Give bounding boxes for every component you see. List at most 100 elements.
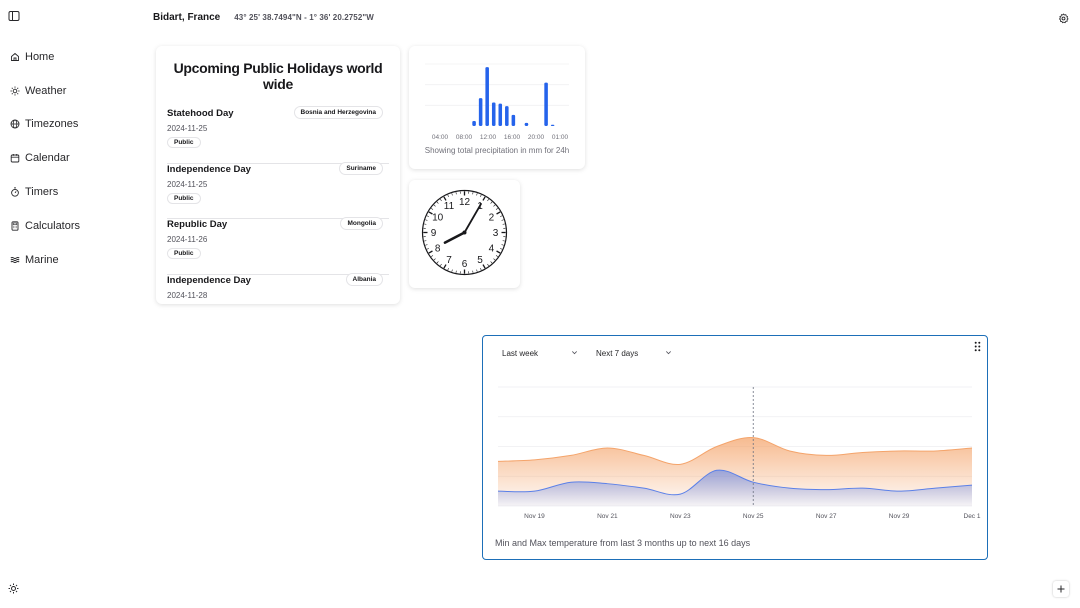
x-tick-label: Nov 23	[670, 513, 691, 520]
holiday-name: Statehood Day	[167, 108, 234, 119]
clock-number: 12	[459, 197, 471, 208]
sidebar-toggle-icon[interactable]	[8, 10, 20, 22]
clock-number: 2	[489, 213, 495, 224]
holiday-name: Independence Day	[167, 275, 251, 287]
temperature-caption: Min and Max temperature from last 3 mont…	[495, 538, 751, 548]
globe-icon	[10, 120, 20, 129]
sidebar-item-weather[interactable]: Weather	[10, 74, 130, 108]
timer-icon	[11, 187, 19, 197]
holiday-date: 2024-11-25	[167, 124, 208, 133]
chevron-down-icon	[572, 351, 577, 355]
clock-number: 3	[493, 228, 499, 239]
x-tick-label: 20:00	[528, 134, 545, 141]
forecast-select-value: Next 7 days	[596, 348, 639, 358]
precip-bar	[485, 67, 489, 126]
precip-bar	[524, 122, 529, 126]
sidebar-item-calculators[interactable]: Calculators	[10, 209, 130, 243]
analog-clock: 121234567891011	[421, 189, 508, 276]
location-name: Bidart, France	[153, 12, 221, 23]
sidebar-item-label: Timezones	[25, 118, 79, 131]
drag-handle-icon[interactable]	[974, 341, 981, 352]
calendar-icon	[10, 154, 20, 163]
sidebar-item-label: Marine	[25, 253, 59, 266]
sun-icon	[10, 86, 20, 96]
holiday-date: 2024-11-25	[167, 179, 208, 189]
list-item: Independence Day Suriname 2024-11-25 Pub…	[167, 161, 389, 220]
sun-icon[interactable]	[8, 583, 19, 594]
x-tick-label: Dec 1	[964, 513, 981, 520]
x-tick-label: Nov 27	[816, 513, 837, 520]
holiday-type-badge: Public	[167, 192, 201, 204]
country-badge: Albania	[345, 273, 383, 287]
sidebar-item-label: Calendar	[25, 152, 70, 165]
clock-number: 8	[435, 244, 441, 255]
x-tick-label: 12:00	[480, 134, 497, 141]
gear-icon[interactable]	[1058, 13, 1069, 24]
range-select[interactable]: Last week	[502, 346, 578, 360]
temperature-chart: Nov 19 Nov 21 Nov 23 Nov 25 Nov 27 Nov 29 Dec …	[497, 386, 981, 520]
precip-bar	[544, 82, 548, 126]
forecast-select[interactable]: Next 7 days	[596, 346, 672, 360]
list-item: Independence Day Albania 2024-11-28	[167, 273, 389, 331]
precip-bar	[472, 121, 476, 126]
precipitation-card: 04:00 08:00 12:00 16:00 20:00 01:00 Showing t…	[409, 46, 585, 169]
sidebar-item-timers[interactable]: Timers	[10, 175, 130, 209]
sidebar-item-label: Weather	[25, 84, 67, 97]
sidebar-item-home[interactable]: Home	[10, 40, 130, 74]
precip-bar	[505, 106, 509, 126]
clock-number: 7	[446, 255, 452, 266]
chevron-down-icon	[666, 351, 671, 355]
x-tick-label: Nov 21	[597, 513, 618, 520]
clock-number: 6	[462, 259, 468, 270]
precip-bar	[498, 103, 503, 126]
holidays-card: Upcoming Public Holidays world wide Stat…	[156, 46, 400, 304]
holidays-list: Statehood Day Bosnia and Herzegovina 202…	[167, 106, 389, 331]
sidebar-item-timezones[interactable]: Timezones	[10, 108, 130, 142]
temperature-card: Last week Next 7 days Nov 19 Nov 21 Nov 23…	[482, 335, 988, 560]
waves-icon	[10, 256, 20, 263]
precipitation-chart: 04:00 08:00 12:00 16:00 20:00 01:00	[425, 63, 569, 141]
x-tick-label: Nov 29	[889, 513, 910, 520]
country-badge: Suriname	[339, 161, 383, 175]
plus-icon	[1057, 585, 1065, 593]
clock-number: 9	[431, 228, 437, 239]
holiday-type-badge: Public	[167, 137, 201, 148]
sidebar-item-label: Home	[25, 50, 55, 63]
country-badge: Mongolia	[340, 217, 383, 231]
x-tick-label: 08:00	[456, 134, 473, 141]
holidays-title: Upcoming Public Holidays world wide	[173, 60, 383, 92]
clock-center	[462, 230, 467, 235]
holiday-name: Republic Day	[167, 219, 228, 231]
location-coordinates: 43° 25' 38.7494"N - 1° 36' 20.2752"W	[234, 13, 374, 22]
holiday-date: 2024-11-26	[167, 235, 208, 245]
list-item: Statehood Day Bosnia and Herzegovina 202…	[167, 106, 389, 164]
clock-card: 121234567891011	[409, 180, 520, 288]
range-select-value: Last week	[502, 348, 539, 358]
list-item: Republic Day Mongolia 2024-11-26 Public	[167, 217, 389, 276]
sidebar-item-label: Timers	[25, 186, 59, 199]
x-tick-label: 16:00	[504, 134, 521, 141]
home-icon	[11, 52, 19, 61]
country-badge: Bosnia and Herzegovina	[293, 106, 383, 119]
calculator-icon	[11, 221, 19, 231]
holiday-date: 2024-11-28	[167, 291, 208, 301]
x-tick-label: 01:00	[552, 134, 569, 141]
precip-bar	[478, 98, 483, 126]
sidebar-item-calendar[interactable]: Calendar	[10, 141, 130, 175]
add-widget-button[interactable]	[1053, 581, 1069, 597]
precipitation-caption: Showing total precipitation in mm for 24…	[424, 146, 570, 155]
clock-number: 4	[489, 244, 495, 255]
holiday-type-badge: Public	[167, 248, 201, 260]
sidebar-item-marine[interactable]: Marine	[10, 243, 130, 277]
location-header: Bidart, France 43° 25' 38.7494"N - 1° 36…	[153, 12, 374, 23]
clock-number: 5	[477, 255, 483, 266]
precip-bar	[511, 114, 516, 126]
precip-bar	[550, 124, 555, 126]
clock-number: 11	[444, 201, 455, 212]
holiday-name: Independence Day	[167, 163, 251, 175]
x-tick-label: 04:00	[432, 134, 449, 141]
sidebar-nav: Home Weather Timezones Calendar Timers C…	[10, 40, 130, 277]
sidebar-item-label: Calculators	[25, 219, 81, 232]
precip-bar	[491, 102, 496, 126]
x-tick-label: Nov 19	[524, 513, 545, 520]
